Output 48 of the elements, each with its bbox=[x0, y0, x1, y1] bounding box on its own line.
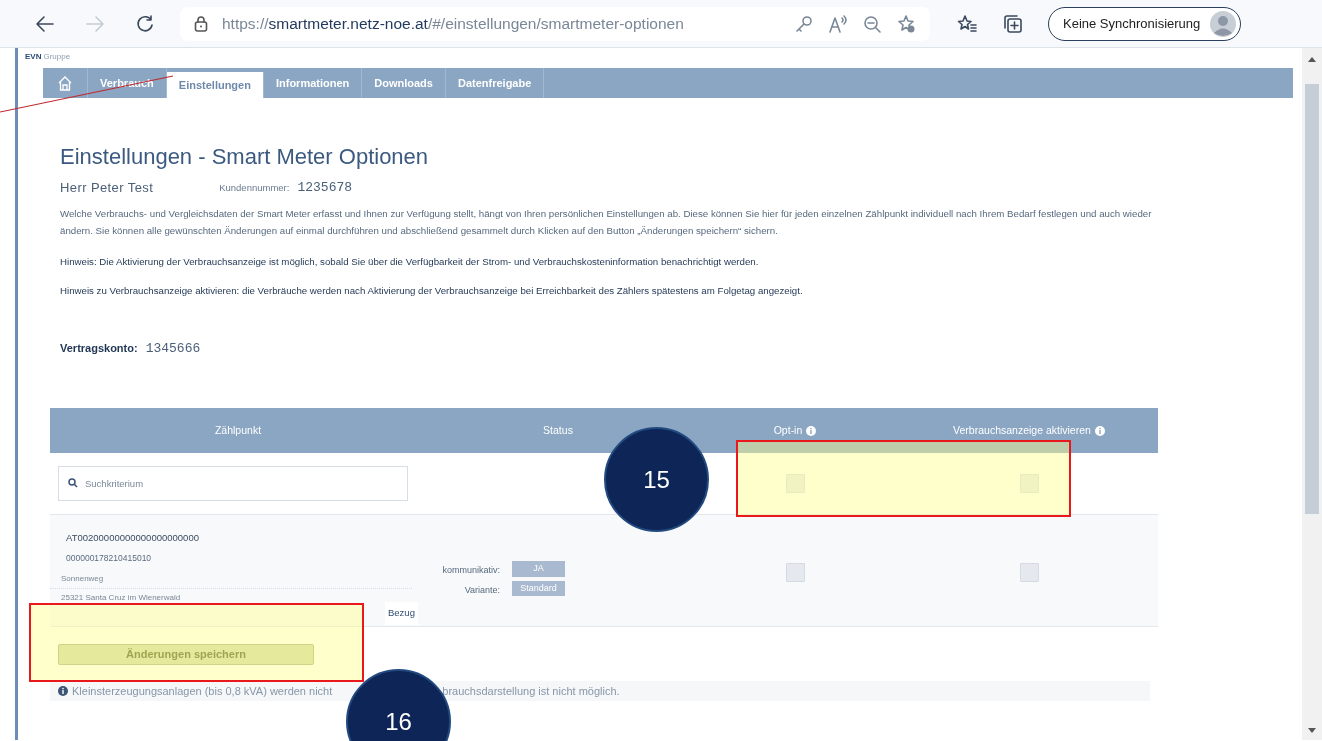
status-value: JA bbox=[512, 561, 565, 577]
customer-number-label: Kundennummer: bbox=[219, 181, 290, 195]
column-header: Opt-in bbox=[773, 423, 803, 439]
collections-icon[interactable] bbox=[1002, 12, 1024, 35]
star-plus-icon[interactable] bbox=[896, 13, 916, 34]
search-field[interactable]: Suchkriterium bbox=[58, 466, 408, 502]
customer-name: Herr Peter Test bbox=[60, 179, 154, 198]
meter-number: 000000178210415010 bbox=[65, 551, 153, 565]
nav-tab[interactable]: Datenfreigabe bbox=[445, 68, 545, 98]
scrollbar-thumb[interactable] bbox=[1305, 84, 1319, 514]
checkbox[interactable] bbox=[1019, 563, 1039, 583]
scroll-down-icon[interactable] bbox=[1308, 728, 1316, 734]
street-text: Sonnenweg bbox=[50, 564, 412, 590]
status-label: Variante: bbox=[463, 583, 501, 597]
column-header: Status bbox=[543, 423, 573, 439]
meter-id: AT00200000000000000000000 bbox=[65, 531, 200, 546]
scroll-up-icon[interactable] bbox=[1308, 56, 1316, 62]
page-title: Einstellungen - Smart Meter Optionen bbox=[60, 144, 430, 171]
customer-number: 1235678 bbox=[297, 179, 353, 198]
nav-tab[interactable]: Downloads bbox=[362, 68, 446, 98]
contract-label: Vertragskonto: bbox=[60, 341, 138, 357]
status-value: Standard bbox=[512, 580, 565, 597]
column-header: Verbrauchsanzeige aktivieren bbox=[953, 423, 1091, 439]
nav-tab[interactable]: Informationen bbox=[263, 68, 363, 98]
city-text: 25321 Santa Cruz im Wienerwald bbox=[60, 592, 182, 605]
brand-logo: EVN Gruppe bbox=[24, 51, 72, 63]
lock-icon[interactable] bbox=[194, 15, 208, 32]
profile-button[interactable]: Keine Synchronisierung bbox=[1048, 6, 1242, 41]
note-text: Hinweis zu Verbrauchsanzeige aktivieren: die Verbräuche werden nach Aktivierung der Verbrauchsanzeige bei Erreichbarkeit des Zählers spätestens am Folgetag angezeigt. bbox=[60, 284, 804, 299]
favorites-icon[interactable] bbox=[956, 12, 978, 35]
direction-tab[interactable]: Bezug bbox=[385, 602, 418, 625]
avatar-icon bbox=[1210, 10, 1237, 37]
notice-text: brauchsdarstellung ist nicht möglich. bbox=[442, 684, 620, 700]
column-header: Zählpunkt bbox=[214, 423, 262, 439]
contract-number: 1345666 bbox=[145, 339, 201, 358]
notice-text: Kleinsterzeugungsanlagen (bis 0,8 kVA) werden nicht bbox=[72, 684, 333, 700]
search-icon bbox=[68, 478, 78, 489]
checkbox[interactable] bbox=[785, 563, 805, 583]
key-icon[interactable] bbox=[794, 13, 814, 34]
home-icon[interactable] bbox=[58, 75, 72, 91]
status-label: kommunikativ: bbox=[441, 564, 501, 578]
note-text: Hinweis: Die Aktivierung der Verbrauchsanzeige ist möglich, sobald Sie über die Verfügbarkeit der Strom- und Verbrauchskosteninformation benachrichtigt werden. bbox=[60, 254, 760, 269]
intro-paragraph: Welche Verbrauchs- und Vergleichsdaten der Smart Meter erfasst und Ihnen zur Verfügung stellt, hängt von Ihren persönlichen Einstellungen ab. Diese können Sie hier für jeden einzelnen Zählpunkt individuell nach Ihrem Bedarf festlegen und auch wieder ändern. Sie können alle gewünschten Änderungen auf einmal durchführen und abschließend gesammelt durch Klicken auf den Button „Änderungen speichern“ sichern. bbox=[60, 206, 1153, 238]
info-icon bbox=[58, 686, 68, 697]
zoom-out-icon[interactable] bbox=[862, 13, 882, 34]
nav-tab[interactable]: Einstellungen bbox=[166, 72, 264, 98]
refresh-icon[interactable] bbox=[134, 12, 156, 35]
read-aloud-icon[interactable] bbox=[828, 13, 848, 34]
